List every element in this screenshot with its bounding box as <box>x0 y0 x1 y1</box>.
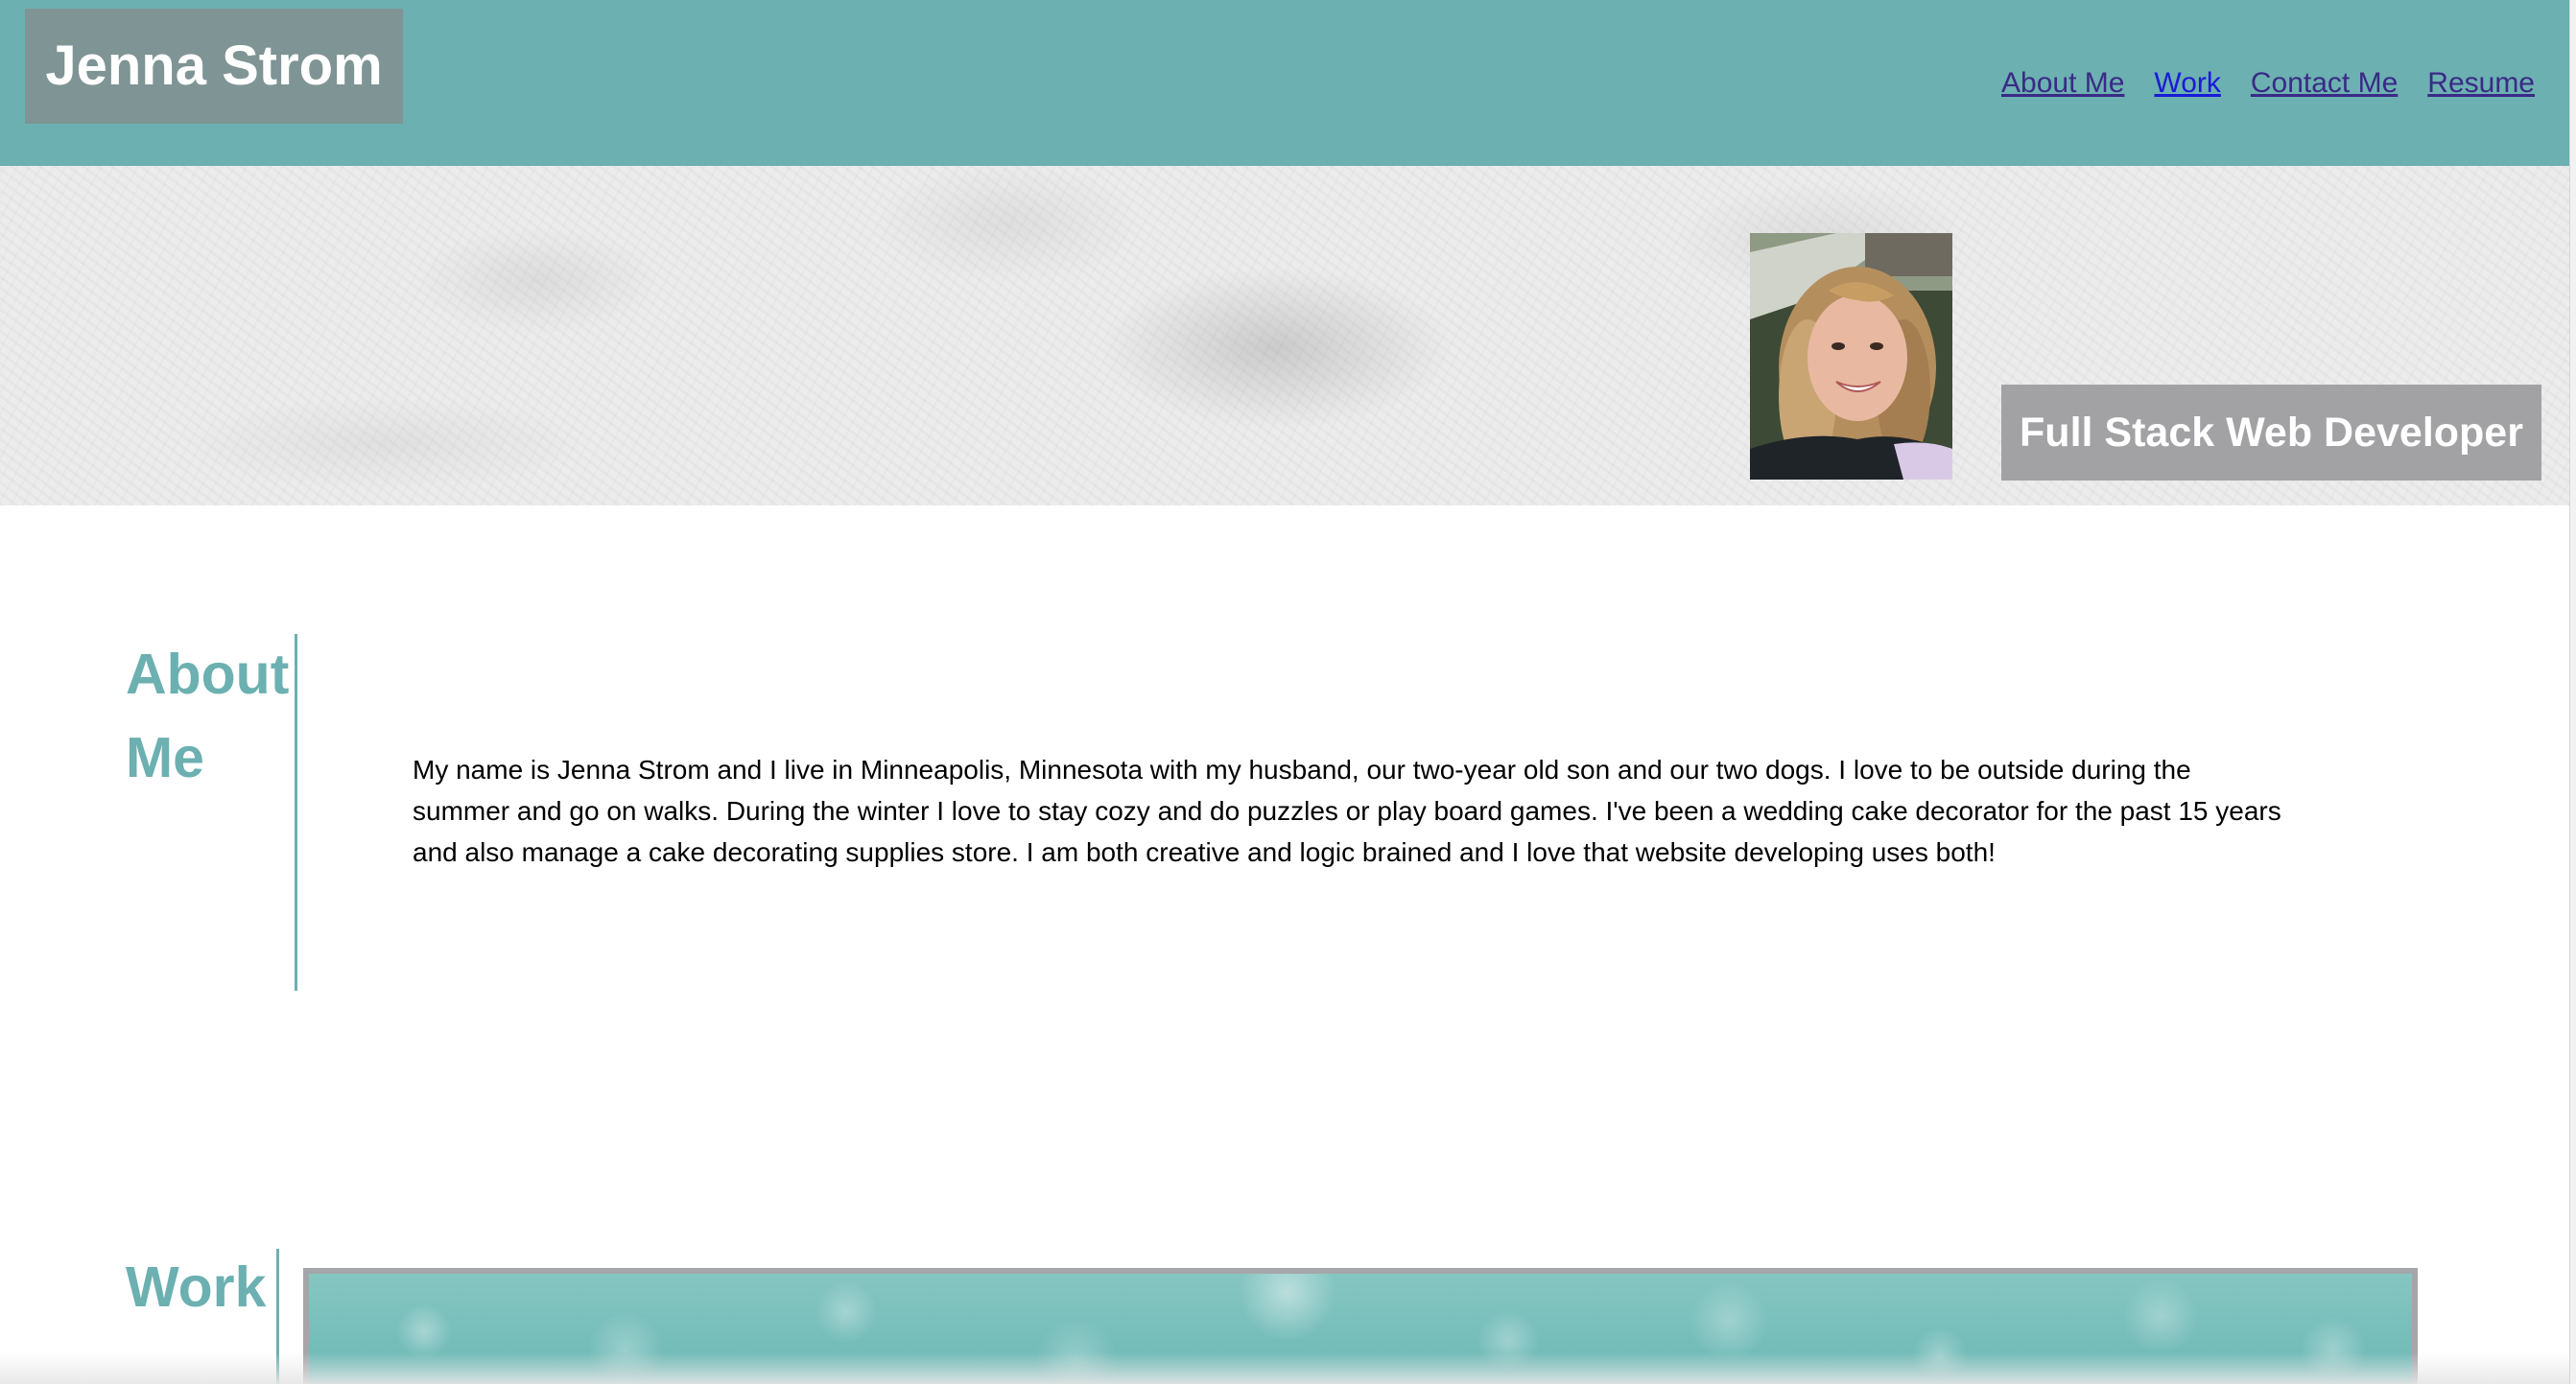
about-section-title: About Me <box>126 643 290 789</box>
page: Jenna Strom About Me Work Contact Me Res… <box>0 0 2576 1384</box>
nav-link-work[interactable]: Work <box>2154 67 2220 100</box>
profile-photo-illustration <box>1750 233 1952 480</box>
about-divider <box>295 634 297 991</box>
window-right-edge <box>2569 0 2576 1384</box>
nav-link-contact-me[interactable]: Contact Me <box>2251 67 2398 100</box>
nav-link-resume[interactable]: Resume <box>2427 67 2535 100</box>
site-title: Jenna Strom <box>25 9 403 124</box>
profile-photo <box>1750 233 1952 480</box>
work-section-title: Work <box>126 1255 267 1319</box>
hero-tagline: Full Stack Web Developer <box>2001 385 2541 481</box>
nav-link-about-me[interactable]: About Me <box>2001 67 2124 100</box>
site-header: Jenna Strom About Me Work Contact Me Res… <box>0 0 2569 166</box>
work-project-card[interactable] <box>303 1268 2418 1384</box>
hero-banner: Full Stack Web Developer <box>0 166 2569 505</box>
main-nav: About Me Work Contact Me Resume <box>2001 67 2535 100</box>
work-divider <box>276 1249 279 1384</box>
about-paragraph: My name is Jenna Strom and I live in Min… <box>413 755 2281 867</box>
